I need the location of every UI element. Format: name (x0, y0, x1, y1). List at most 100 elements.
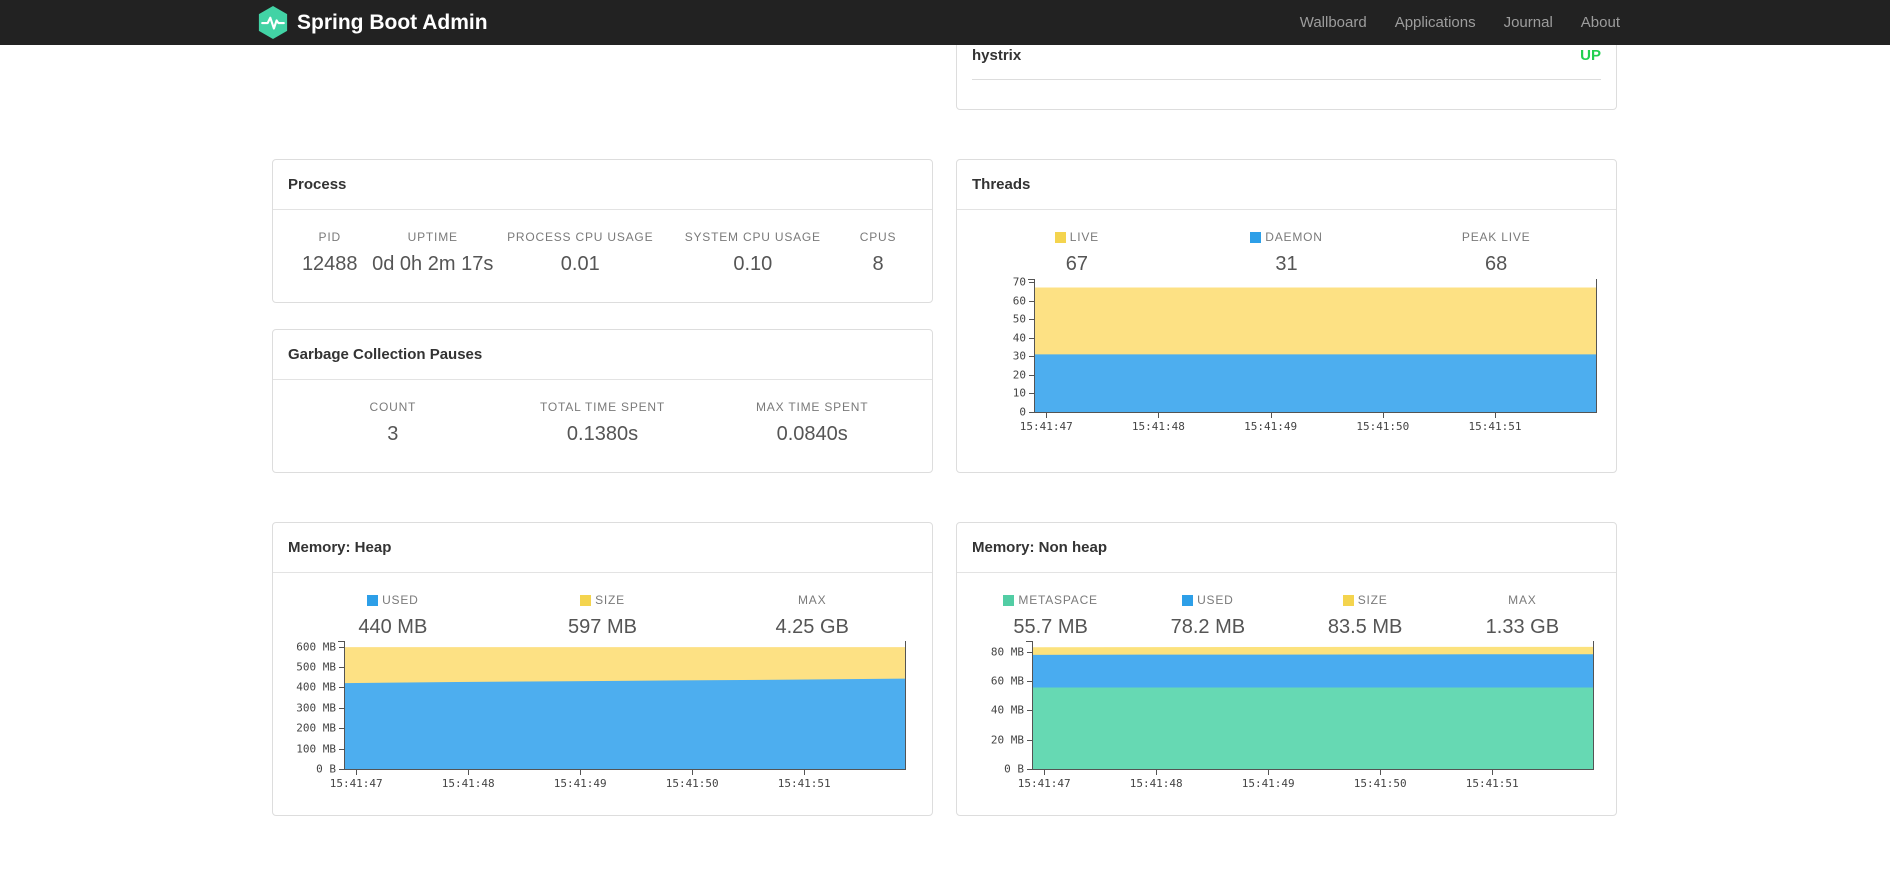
panel-title: Memory: Non heap (957, 523, 1616, 573)
metric-label: TOTAL TIME SPENT (498, 400, 708, 414)
y-tick-mark (1029, 337, 1034, 339)
series-used (345, 678, 905, 769)
x-tick-mark (804, 770, 806, 775)
nav-item-about[interactable]: About (1567, 0, 1620, 45)
legend-swatch-icon (1250, 231, 1262, 243)
x-tick-mark (468, 770, 470, 775)
metric-label: PROCESS CPU USAGE (494, 230, 667, 244)
panel-title: Garbage Collection Pauses (273, 330, 932, 380)
chart-area-svg (1033, 646, 1593, 769)
x-tick-mark (692, 770, 694, 775)
x-tick-label: 15:41:50 (665, 777, 719, 790)
x-tick-label: 15:41:48 (441, 777, 495, 790)
y-tick-label: 100 MB (296, 742, 336, 756)
panel-title: Memory: Heap (273, 523, 932, 573)
metric: COUNT 3 (288, 400, 498, 446)
x-tick-label: 15:41:48 (1129, 777, 1183, 790)
metric-label-text: MAX TIME SPENT (756, 400, 869, 414)
nav-item-applications[interactable]: Applications (1381, 0, 1490, 45)
y-tick-label: 10 (1012, 386, 1026, 400)
metric-value: 0.1380s (566, 423, 639, 445)
y-tick-label: 0 B (316, 762, 336, 776)
y-tick-label: 80 MB (990, 645, 1024, 659)
x-tick-mark (580, 770, 582, 775)
metric-label: METASPACE (972, 593, 1129, 607)
y-tick-mark (339, 769, 344, 770)
y-tick-label: 20 MB (990, 733, 1024, 747)
metric-value: 83.5 MB (1327, 616, 1403, 638)
metric-value: 3 (387, 423, 399, 445)
process-panel: Process PID 12488 UPTIME 0d 0h 2m 17s PROCES… (272, 159, 933, 303)
metric-label: LIVE (972, 230, 1182, 244)
x-tick-label: 15:41:51 (1465, 777, 1519, 790)
metric: CPUS 8 (839, 230, 917, 276)
x-tick-label: 15:41:47 (329, 777, 383, 790)
y-tick-label: 600 MB (296, 640, 336, 653)
metric: USED 440 MB (288, 593, 498, 639)
metric-value: 0.0840s (776, 423, 848, 445)
y-tick-label: 30 (1012, 349, 1026, 363)
metric-value: 0.01 (560, 253, 600, 275)
metric-label-text: PROCESS CPU USAGE (507, 230, 654, 244)
y-tick-label: 60 MB (990, 674, 1024, 688)
x-tick-mark (1268, 770, 1270, 775)
legend-swatch-icon (580, 594, 592, 606)
legend-swatch-icon (1003, 594, 1015, 606)
y-tick-label: 20 (1012, 368, 1026, 382)
metric-label-text: UPTIME (407, 230, 458, 244)
x-tick-label: 15:41:51 (777, 777, 831, 790)
metric-label-text: MAX (797, 593, 827, 607)
metric-label-text: USED (1197, 593, 1234, 607)
series-metaspace (1033, 687, 1593, 769)
series-daemon (1035, 354, 1596, 412)
metric-label-text: MAX (1508, 593, 1537, 607)
x-tick-label: 15:41:49 (553, 777, 607, 790)
application-name: hystrix (972, 46, 1022, 64)
metric-label: UPTIME (372, 230, 494, 244)
status-badge: UP (1580, 46, 1601, 64)
y-tick-mark (1027, 651, 1032, 653)
navbar: Spring Boot Admin Wallboard Applications… (0, 0, 1890, 45)
legend-swatch-icon (367, 594, 379, 606)
y-tick-label: 70 (1012, 275, 1026, 289)
metric: SIZE 597 MB (498, 593, 708, 639)
metric: MAX 4.25 GB (707, 593, 917, 639)
y-tick-mark (1029, 319, 1034, 321)
nav-item-wallboard[interactable]: Wallboard (1286, 0, 1381, 45)
metric-label: SIZE (1287, 593, 1444, 607)
panel-title: Threads (957, 160, 1616, 210)
metric-label: USED (288, 593, 498, 607)
threads-panel: Threads LIVE 67 DAEMON 31 PEAK LIVE 68 0 10 20 3… (956, 159, 1617, 473)
metric-value: 4.25 GB (775, 616, 849, 638)
x-tick-mark (1492, 770, 1494, 775)
x-tick-mark (1044, 770, 1046, 775)
y-tick-label: 60 (1012, 294, 1026, 308)
x-tick-label: 15:41:50 (1356, 420, 1410, 433)
legend-swatch-icon (1342, 594, 1354, 606)
metric: SYSTEM CPU USAGE 0.10 (667, 230, 840, 276)
x-tick-mark (1270, 413, 1272, 418)
x-tick-mark (1158, 413, 1160, 418)
metric-value: 0d 0h 2m 17s (372, 253, 494, 275)
y-tick-label: 40 MB (990, 703, 1024, 717)
metric-value: 31 (1275, 253, 1298, 275)
metric-value: 78.2 MB (1170, 616, 1246, 638)
y-tick-label: 0 B (1004, 762, 1024, 776)
y-tick-label: 200 MB (296, 721, 336, 735)
metric: METASPACE 55.7 MB (972, 593, 1129, 639)
gc-pauses-panel: Garbage Collection Pauses COUNT 3 TOTAL TI… (272, 329, 933, 473)
metric-value: 68 (1485, 253, 1508, 275)
nav-item-journal[interactable]: Journal (1490, 0, 1567, 45)
metric-label-text: LIVE (1069, 230, 1099, 244)
nonheap-legend: METASPACE 55.7 MB USED 78.2 MB SIZE 83.5 MB MA… (972, 593, 1601, 639)
y-tick-mark (1029, 300, 1034, 302)
brand-link[interactable]: Spring Boot Admin (258, 0, 488, 45)
metric-label-text: SIZE (595, 593, 625, 607)
spring-boot-admin-logo-icon (258, 6, 288, 39)
y-tick-mark (1029, 393, 1034, 395)
x-tick-label: 15:41:48 (1131, 420, 1185, 433)
y-tick-mark (339, 728, 344, 730)
y-tick-mark (1029, 374, 1034, 376)
metric-label-text: TOTAL TIME SPENT (539, 400, 666, 414)
metric-value: 8 (872, 253, 884, 275)
